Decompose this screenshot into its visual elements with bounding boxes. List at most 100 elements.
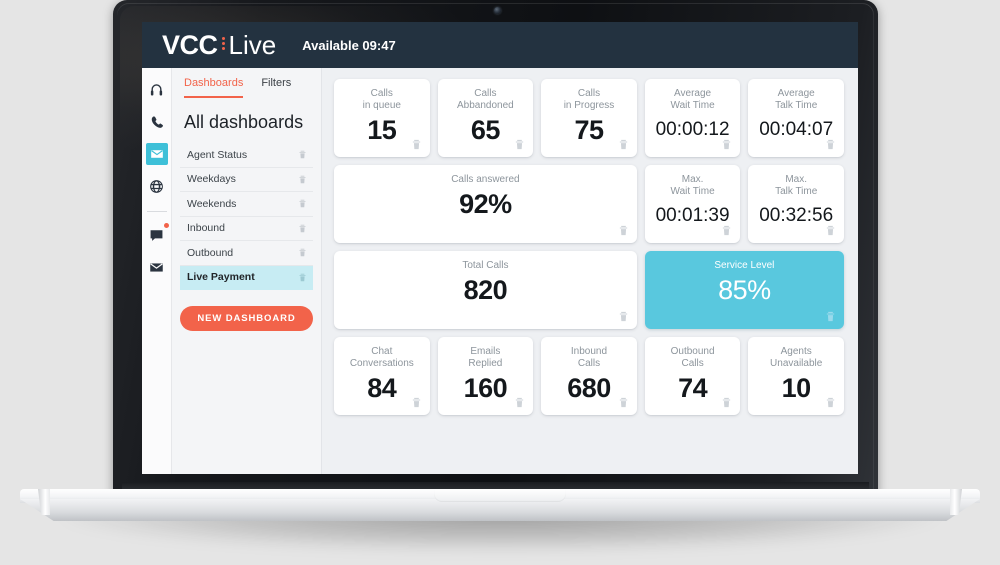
trash-icon[interactable] bbox=[298, 247, 307, 258]
tile-label: Emails Replied bbox=[468, 346, 503, 369]
dashboard-list: Agent Status Weekdays Weekends Inbound O… bbox=[172, 143, 321, 290]
trash-icon[interactable] bbox=[618, 138, 629, 151]
delete-tile-button[interactable] bbox=[514, 396, 525, 409]
tile-value: 160 bbox=[463, 373, 508, 403]
list-item[interactable]: Weekends bbox=[180, 192, 313, 217]
tile-value: 00:00:12 bbox=[655, 119, 730, 140]
delete-tile-button[interactable] bbox=[825, 396, 836, 409]
trash-icon[interactable] bbox=[298, 272, 307, 283]
list-item-selected[interactable]: Live Payment bbox=[180, 265, 313, 290]
tile-label: Average Wait Time bbox=[670, 88, 715, 111]
tab-dashboards[interactable]: Dashboards bbox=[184, 77, 244, 98]
tile-value: 65 bbox=[470, 115, 501, 145]
metric-tile[interactable]: Emails Replied 160 bbox=[437, 337, 534, 415]
tile-value: 92% bbox=[459, 189, 512, 219]
chat-icon[interactable] bbox=[146, 223, 169, 246]
delete-tile-button[interactable] bbox=[618, 396, 629, 409]
trash-icon[interactable] bbox=[298, 149, 307, 160]
metric-tile[interactable]: Total Calls 820 bbox=[334, 251, 637, 329]
metric-tile[interactable]: Agents Unavailable 10 bbox=[748, 337, 844, 415]
logo-dots-icon bbox=[221, 37, 225, 50]
metric-tile[interactable]: Calls Abbandoned 65 bbox=[437, 79, 534, 157]
tile-label: Calls in Progress bbox=[563, 88, 615, 111]
webcam-icon bbox=[494, 7, 501, 14]
logo-secondary-text: Live bbox=[228, 29, 277, 60]
delete-tile-button[interactable] bbox=[825, 224, 836, 237]
trash-icon[interactable] bbox=[514, 138, 525, 151]
tab-filters[interactable]: Filters bbox=[261, 77, 291, 98]
tile-grid: Calls in queue 15 Calls Abbandoned 65 Calls … bbox=[334, 79, 844, 415]
dashboard-name: Weekends bbox=[187, 197, 237, 210]
list-item[interactable]: Agent Status bbox=[180, 143, 313, 168]
dashboard-name: Outbound bbox=[187, 246, 234, 259]
trash-icon[interactable] bbox=[825, 224, 836, 237]
laptop-base bbox=[20, 489, 980, 531]
tile-label: Max. Talk Time bbox=[775, 174, 818, 197]
dashboard-name: Inbound bbox=[187, 222, 225, 235]
list-item[interactable]: Inbound bbox=[180, 217, 313, 241]
envelope-icon[interactable] bbox=[145, 143, 168, 165]
trash-icon[interactable] bbox=[411, 396, 422, 409]
dashboard-name: Live Payment bbox=[187, 271, 255, 284]
metric-tile[interactable]: Max. Wait Time 00:01:39 bbox=[644, 165, 741, 243]
headset-icon[interactable] bbox=[146, 79, 168, 101]
metric-tile[interactable]: Calls answered 92% bbox=[334, 165, 637, 243]
list-item[interactable]: Outbound bbox=[180, 241, 313, 266]
metric-tile[interactable]: Average Wait Time 00:00:12 bbox=[644, 79, 741, 157]
metric-tile[interactable]: Average Talk Time 00:04:07 bbox=[748, 79, 844, 157]
delete-tile-button[interactable] bbox=[618, 310, 629, 323]
dashboard-name: Weekdays bbox=[187, 173, 236, 186]
trash-icon[interactable] bbox=[721, 138, 732, 151]
delete-tile-button[interactable] bbox=[825, 310, 836, 323]
trash-icon[interactable] bbox=[514, 396, 525, 409]
metric-tile[interactable]: Outbound Calls 74 bbox=[644, 337, 741, 415]
metric-tile[interactable]: Max. Talk Time 00:32:56 bbox=[748, 165, 844, 243]
metric-tile[interactable]: Calls in queue 15 bbox=[334, 79, 430, 157]
delete-tile-button[interactable] bbox=[721, 396, 732, 409]
globe-icon[interactable] bbox=[146, 175, 168, 197]
tile-label: Chat Conversations bbox=[349, 346, 414, 369]
tile-value: 74 bbox=[678, 373, 708, 403]
delete-tile-button[interactable] bbox=[411, 396, 422, 409]
sidebar: Dashboards Filters All dashboards Agent … bbox=[172, 68, 322, 474]
metric-tile[interactable]: Service Level 85% bbox=[644, 251, 844, 329]
delete-tile-button[interactable] bbox=[618, 224, 629, 237]
tile-value: 10 bbox=[781, 373, 812, 403]
tile-label: Calls in queue bbox=[362, 88, 401, 111]
metric-tile[interactable]: Calls in Progress 75 bbox=[541, 79, 637, 157]
trash-icon[interactable] bbox=[298, 223, 307, 234]
tile-value: 00:01:39 bbox=[655, 205, 730, 226]
mail-icon[interactable] bbox=[146, 256, 168, 278]
trash-icon[interactable] bbox=[298, 174, 307, 185]
trash-icon[interactable] bbox=[825, 138, 836, 151]
vcc-live-logo: VCC Live bbox=[162, 30, 276, 61]
new-dashboard-button[interactable]: NEW DASHBOARD bbox=[180, 306, 313, 331]
delete-tile-button[interactable] bbox=[514, 138, 525, 151]
trash-icon[interactable] bbox=[721, 396, 732, 409]
tile-label: Total Calls bbox=[462, 260, 509, 271]
screenshot-stage: VCC Live Available 09:47 Dashboards Filt… bbox=[0, 0, 1000, 565]
trash-icon[interactable] bbox=[618, 224, 629, 237]
tile-value: 75 bbox=[574, 115, 604, 145]
trash-icon[interactable] bbox=[298, 198, 307, 209]
trash-icon[interactable] bbox=[618, 396, 629, 409]
tile-label: Agents Unavailable bbox=[770, 346, 823, 369]
delete-tile-button[interactable] bbox=[411, 138, 422, 151]
tile-label: Average Talk Time bbox=[775, 88, 818, 111]
trash-icon[interactable] bbox=[825, 396, 836, 409]
trash-icon[interactable] bbox=[825, 310, 836, 323]
icon-rail bbox=[142, 68, 172, 474]
list-item[interactable]: Weekdays bbox=[180, 168, 313, 192]
metric-tile[interactable]: Chat Conversations 84 bbox=[334, 337, 430, 415]
phone-icon[interactable] bbox=[146, 111, 168, 133]
trash-icon[interactable] bbox=[411, 138, 422, 151]
delete-tile-button[interactable] bbox=[825, 138, 836, 151]
delete-tile-button[interactable] bbox=[721, 138, 732, 151]
metric-tile[interactable]: Inbound Calls 680 bbox=[541, 337, 637, 415]
trash-icon[interactable] bbox=[618, 310, 629, 323]
delete-tile-button[interactable] bbox=[721, 224, 732, 237]
tile-value: 680 bbox=[567, 373, 611, 403]
delete-tile-button[interactable] bbox=[618, 138, 629, 151]
trash-icon[interactable] bbox=[721, 224, 732, 237]
tile-label: Max. Wait Time bbox=[670, 174, 715, 197]
